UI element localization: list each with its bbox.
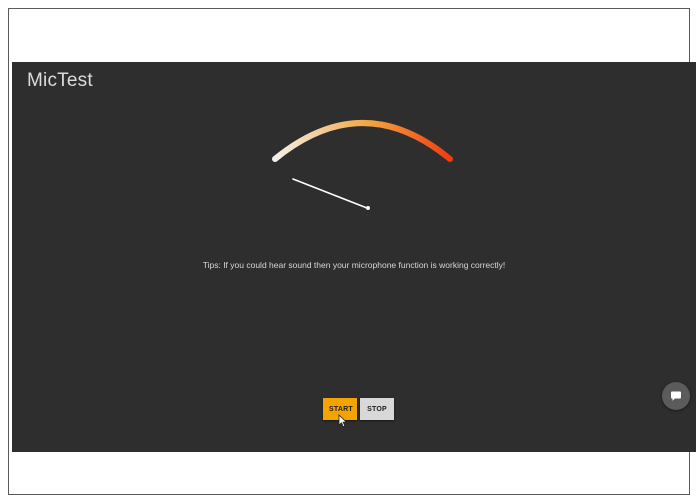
- mic-test-screen: MicTest Tips: If you could hear sound th…: [12, 62, 696, 452]
- mic-level-gauge: [272, 120, 453, 210]
- gauge-needle: [292, 178, 368, 209]
- mouse-pointer-icon: [338, 414, 348, 428]
- tips-text: Tips: If you could hear sound then your …: [202, 260, 506, 270]
- gauge-arc: [272, 120, 453, 162]
- controls: START STOP: [323, 398, 394, 420]
- chat-button[interactable]: [662, 382, 690, 410]
- gauge-pivot: [366, 206, 370, 210]
- stop-button[interactable]: STOP: [360, 398, 394, 420]
- chat-bubble-icon: [671, 391, 681, 401]
